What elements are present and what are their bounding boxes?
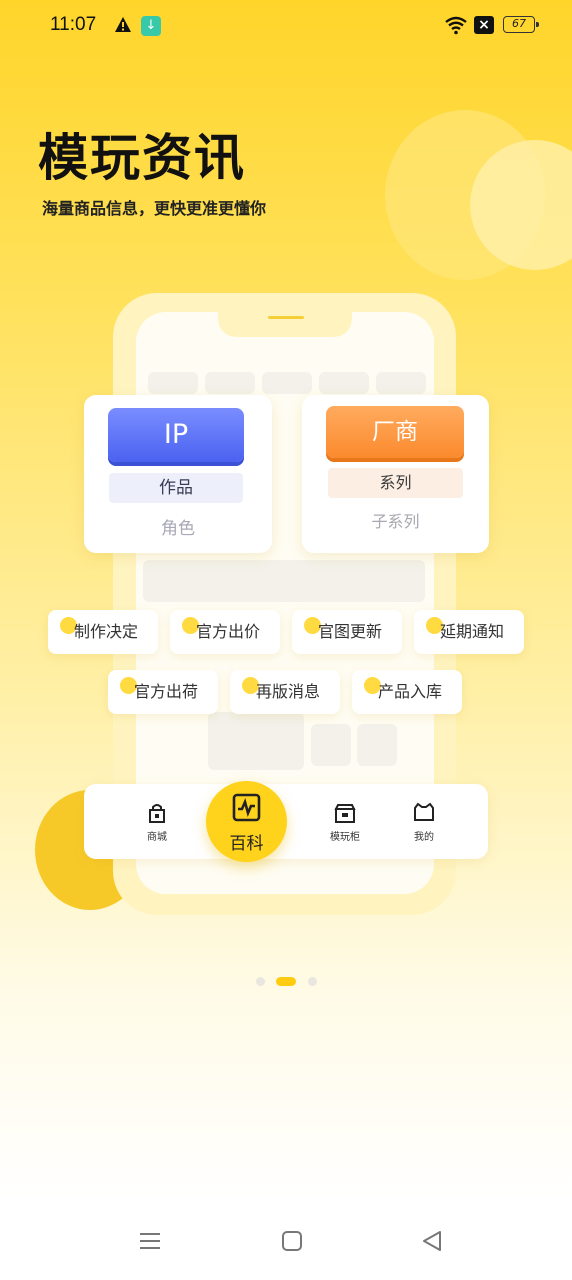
placeholder-block	[148, 372, 198, 394]
nav-shop[interactable]: 商城	[137, 802, 177, 843]
ip-card[interactable]: IP 作品 角色	[84, 395, 272, 553]
page-dot-1[interactable]	[256, 977, 265, 986]
status-time: 11:07	[50, 14, 97, 35]
placeholder-block	[205, 372, 255, 394]
maker-card[interactable]: 厂商 系列 子系列	[302, 395, 489, 553]
wifi-icon	[445, 16, 467, 35]
placeholder-block	[319, 372, 369, 394]
no-sim-icon: ×	[474, 16, 494, 34]
page-dot-2-active[interactable]	[276, 977, 296, 986]
placeholder-block	[262, 372, 312, 394]
chip-official-price[interactable]: 官方出价	[170, 610, 280, 654]
placeholder-block	[208, 712, 304, 770]
chip-reissue-news[interactable]: 再版消息	[230, 670, 340, 714]
menu-icon[interactable]	[139, 1230, 161, 1252]
nav-mine-label: 我的	[414, 832, 434, 843]
home-icon[interactable]	[281, 1230, 303, 1252]
status-bar: 11:07 ↓ × 67	[0, 0, 572, 52]
placeholder-block	[143, 560, 425, 602]
nav-wiki-button[interactable]: 百科	[206, 781, 287, 862]
download-icon: ↓	[141, 16, 161, 36]
sub-series-label: 子系列	[371, 512, 420, 531]
nav-mine[interactable]: 我的	[404, 802, 444, 843]
battery-icon: 67	[503, 16, 539, 33]
nav-wiki-label: 百科	[229, 834, 264, 854]
works-tag: 作品	[109, 473, 243, 503]
nav-cabinet-label: 模玩柜	[330, 832, 360, 843]
chip-official-shipping[interactable]: 官方出荷	[108, 670, 218, 714]
nav-cabinet[interactable]: 模玩柜	[325, 802, 365, 843]
phone-notch	[218, 305, 352, 337]
profile-face-icon	[414, 802, 434, 821]
page-subtitle: 海量商品信息，更快更准更懂你	[42, 199, 267, 218]
warning-icon	[115, 17, 131, 32]
back-icon[interactable]	[421, 1230, 443, 1252]
page-dot-3[interactable]	[308, 977, 317, 986]
placeholder-block	[376, 372, 426, 394]
chip-product-stocked[interactable]: 产品入库	[352, 670, 462, 714]
chip-delay-notice[interactable]: 延期通知	[414, 610, 524, 654]
chip-official-image-update[interactable]: 官图更新	[292, 610, 402, 654]
cabinet-icon	[334, 804, 356, 823]
shop-bag-icon	[149, 804, 165, 823]
maker-button[interactable]: 厂商	[326, 406, 464, 458]
page-title: 模玩资讯	[38, 129, 246, 187]
chip-production-decided[interactable]: 制作决定	[48, 610, 158, 654]
character-label: 角色	[161, 519, 195, 539]
placeholder-block	[311, 724, 351, 766]
placeholder-block	[357, 724, 397, 766]
nav-shop-label: 商城	[147, 832, 167, 843]
ip-button[interactable]: IP	[108, 408, 244, 462]
wiki-chart-icon	[232, 793, 261, 822]
phone-speaker	[268, 316, 304, 319]
series-tag: 系列	[328, 468, 463, 498]
